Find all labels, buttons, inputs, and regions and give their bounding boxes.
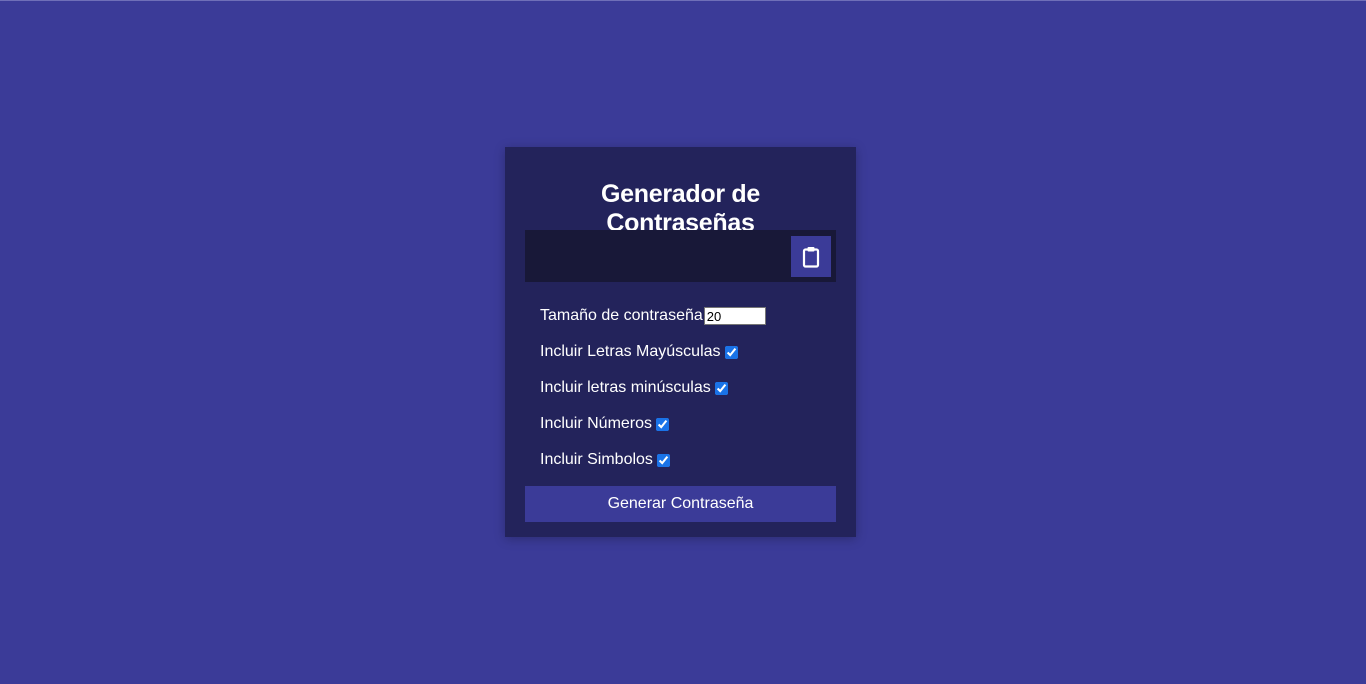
symbols-label: Incluir Simbolos	[540, 451, 653, 468]
setting-lowercase: Incluir letras minúsculas	[540, 370, 821, 406]
numbers-checkbox[interactable]	[656, 417, 670, 431]
length-label: Tamaño de contraseña	[540, 307, 703, 324]
setting-symbols: Incluir Simbolos	[540, 442, 821, 478]
uppercase-checkbox[interactable]	[724, 345, 738, 359]
numbers-label: Incluir Números	[540, 415, 653, 432]
clipboard-icon	[802, 246, 820, 268]
lowercase-checkbox[interactable]	[714, 381, 728, 395]
page-title: Generador de Contraseñas	[601, 180, 760, 237]
lowercase-label: Incluir letras minúsculas	[540, 379, 711, 396]
settings-list: Tamaño de contraseña Incluir Letras Mayú…	[525, 298, 836, 478]
length-input[interactable]	[703, 307, 766, 325]
setting-numbers: Incluir Números	[540, 406, 821, 442]
symbols-checkbox[interactable]	[656, 453, 670, 467]
setting-length: Tamaño de contraseña	[540, 298, 821, 334]
uppercase-label: Incluir Letras Mayúsculas	[540, 343, 721, 360]
password-result-box	[525, 230, 836, 282]
setting-uppercase: Incluir Letras Mayúsculas	[540, 334, 821, 370]
copy-to-clipboard-button[interactable]	[791, 236, 831, 277]
generate-password-button[interactable]: Generar Contraseña	[525, 486, 836, 522]
top-border-line	[0, 0, 1366, 1]
password-generator-card: Generador de Contraseñas Tamaño de contr…	[505, 147, 856, 537]
